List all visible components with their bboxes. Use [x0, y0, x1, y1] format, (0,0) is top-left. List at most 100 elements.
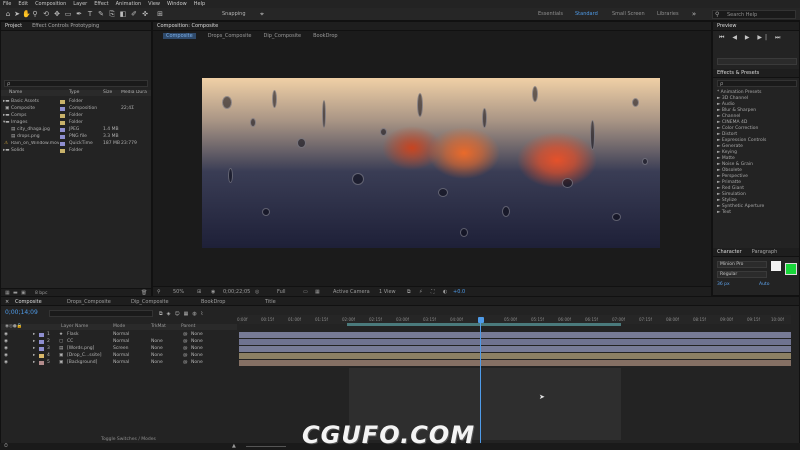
tab-character[interactable]: Character [717, 249, 742, 255]
playhead-line[interactable] [480, 323, 481, 445]
eraser-tool-icon[interactable]: ◧ [119, 10, 127, 18]
transparency-icon[interactable]: ▦ [315, 289, 320, 295]
effect-category[interactable]: * Animation Presets [717, 90, 761, 95]
effect-category[interactable]: ► Generate [717, 144, 743, 149]
menu-animation[interactable]: Animation [116, 1, 142, 7]
composition-image[interactable] [202, 78, 660, 248]
expand-icon[interactable]: ▸ [33, 332, 35, 337]
fast-preview-icon[interactable]: ⚡ [419, 289, 423, 295]
effect-category[interactable]: ► Blur & Sharpen [717, 108, 756, 113]
menu-window[interactable]: Window [167, 1, 187, 7]
effect-category[interactable]: ► Stylize [717, 198, 737, 203]
exposure-value[interactable]: +0.0 [453, 289, 465, 295]
first-frame-icon[interactable]: ⏮ [719, 34, 727, 41]
workspace-menu-icon[interactable]: » [690, 10, 698, 18]
layer-bar[interactable] [239, 332, 791, 338]
visibility-icon[interactable]: ◉ [4, 339, 8, 344]
layer-bar[interactable] [239, 360, 791, 366]
effect-category[interactable]: ► Channel [717, 114, 740, 119]
hand-tool-icon[interactable]: ✋ [22, 10, 31, 18]
workspace-essentials[interactable]: Essentials [538, 11, 563, 17]
label-swatch[interactable] [39, 340, 44, 344]
menu-help[interactable]: Help [194, 1, 205, 7]
list-item[interactable]: ▾▬ Images Folder [1, 120, 151, 126]
pen-tool-icon[interactable]: ✒ [75, 10, 83, 18]
timeline-current-time[interactable]: 0;00;14;09 [5, 309, 38, 316]
selection-tool-icon[interactable]: ➤ [13, 10, 21, 18]
flowchart-icon[interactable]: ⛶ [431, 289, 435, 295]
effect-category[interactable]: ► Primatte [717, 180, 741, 185]
parent-pickwhip-icon[interactable]: @ [183, 339, 188, 344]
effect-category[interactable]: ► Noise & Grain [717, 162, 753, 167]
leading-value[interactable]: Auto [759, 282, 769, 287]
tab-dip-composite[interactable]: Dip_Composite [131, 299, 169, 305]
play-icon[interactable]: ▶ [745, 34, 753, 41]
graph-editor-icon[interactable]: ⌇ [201, 311, 207, 317]
playhead-handle[interactable] [478, 317, 484, 323]
menu-effect[interactable]: Effect [94, 1, 108, 7]
layer-bar[interactable] [239, 339, 791, 345]
effect-category[interactable]: ► Synthetic Aperture [717, 204, 764, 209]
snapping-label[interactable]: Snapping [222, 11, 246, 17]
label-swatch[interactable] [39, 333, 44, 337]
label-swatch[interactable] [39, 347, 44, 351]
tab-paragraph[interactable]: Paragraph [752, 249, 778, 255]
table-row[interactable]: ◉ ▸ 3 ▤ [Words.png] Screen None @ None [1, 346, 237, 352]
effect-category[interactable]: ► Simulation [717, 192, 746, 197]
timeline-zoom-slider[interactable] [246, 446, 286, 447]
table-row[interactable]: ◉ ▸ 2 ▢ CC Normal None @ None [1, 339, 237, 345]
view-layout-dropdown[interactable]: 1 View [379, 289, 396, 295]
effect-category[interactable]: ► Text [717, 210, 731, 215]
parent-pickwhip-icon[interactable]: @ [183, 360, 188, 365]
visibility-icon[interactable]: ◉ [4, 346, 8, 351]
puppet-pin-icon[interactable]: ✜ [141, 10, 149, 18]
column-mode[interactable]: Mode [113, 324, 125, 329]
previous-frame-icon[interactable]: ◀ [732, 34, 740, 41]
tab-preview[interactable]: Preview [717, 23, 736, 29]
snapshot-icon[interactable]: ◎ [255, 289, 259, 295]
tab-bookdrop[interactable]: BookDrop [201, 299, 225, 305]
table-row[interactable]: ◉ ▸ 4 ▣ [Drop_C...ssite] Normal None @ N… [1, 353, 237, 359]
stroke-color-swatch[interactable] [785, 263, 797, 275]
workspace-libraries[interactable]: Libraries [657, 11, 679, 17]
label-swatch[interactable] [39, 354, 44, 358]
work-area-bar[interactable] [347, 323, 621, 326]
grid-icon[interactable]: ⊞ [197, 289, 201, 295]
layer-bar[interactable] [239, 346, 791, 352]
list-item[interactable]: ▣ Composite Composition 22;4Σ [1, 106, 151, 112]
effect-category[interactable]: ► Distort [717, 132, 737, 137]
column-name[interactable]: Name [9, 90, 22, 95]
workspace-standard[interactable]: Standard [575, 11, 598, 17]
list-item[interactable]: ▸▬ Solids Folder [1, 148, 151, 154]
breadcrumb-drops-composite[interactable]: Drops_Composite [208, 33, 252, 39]
visibility-icon[interactable]: ◉ [4, 360, 8, 365]
workspace-small-screen[interactable]: Small Screen [612, 11, 645, 17]
column-size[interactable]: Size [103, 90, 112, 95]
pan-behind-icon[interactable]: ✥ [53, 10, 61, 18]
font-family-dropdown[interactable]: Minion Pro [717, 261, 767, 268]
toggle-pixel-icon[interactable]: ⧉ [407, 289, 411, 295]
camera-icon[interactable]: ◉ [211, 289, 215, 295]
effect-category[interactable]: ► Keying [717, 150, 737, 155]
font-style-dropdown[interactable]: Regular [717, 271, 767, 278]
tab-title[interactable]: Title [265, 299, 276, 305]
column-trkmat[interactable]: TrkMat [151, 324, 166, 329]
magnet-icon[interactable]: ⌖ [258, 10, 266, 18]
list-item[interactable]: ▸▬ Comps Folder [1, 113, 151, 119]
composition-flowchart-icon[interactable]: ⧉ [159, 311, 167, 317]
current-time-display[interactable]: 0;00;22;05 [223, 289, 250, 295]
layer-bar[interactable] [239, 353, 791, 359]
tab-composition[interactable]: Composition: Composite [157, 23, 218, 29]
breadcrumb-composite[interactable]: Composite [163, 33, 196, 39]
exposure-icon[interactable]: ◐ [443, 289, 447, 295]
list-item[interactable]: ⚠ Rain_on_Window.mov QuickTime 187 MB 23:… [1, 141, 151, 147]
expand-icon[interactable]: ▸ [33, 339, 35, 344]
motion-blur-icon[interactable]: ◍ [192, 311, 200, 317]
home-icon[interactable]: ⌂ [4, 10, 12, 18]
active-camera-dropdown[interactable]: Active Camera [333, 289, 370, 295]
effect-category[interactable]: ► Color Correction [717, 126, 758, 131]
magnify-icon[interactable]: ⚲ [157, 289, 161, 295]
expand-icon[interactable]: ▸ [33, 346, 35, 351]
table-row[interactable]: ◉ ▸ 1 ★ Flask Normal @ None [1, 332, 237, 338]
menu-layer[interactable]: Layer [73, 1, 87, 7]
